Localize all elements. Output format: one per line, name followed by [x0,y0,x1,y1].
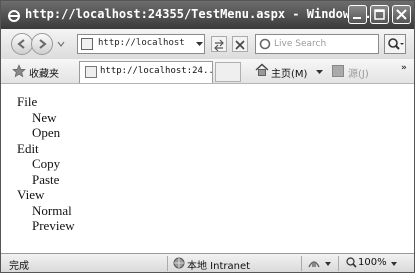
page-content: File New Open Edit Copy Paste View Normal Previe… [1,84,414,253]
new-tab-button[interactable] [215,62,241,82]
menu-subitem-preview[interactable]: Preview [17,218,75,234]
home-dropdown-icon[interactable] [316,70,323,75]
page-icon [85,66,97,78]
menu-subitem-copy[interactable]: Copy [17,156,75,172]
menu-subitem-new[interactable]: New [17,110,75,126]
favorites-button[interactable]: 收藏夹 [29,65,59,80]
menu-item-file[interactable]: File [17,94,75,110]
window-title: http://localhost:24355/TestMenu.aspx - W… [25,7,372,21]
title-bar: http://localhost:24355/TestMenu.aspx - W… [1,1,414,29]
home-icon[interactable] [255,63,269,77]
close-button[interactable] [392,5,411,24]
menu-subitem-normal[interactable]: Normal [17,203,75,219]
status-divider [338,256,339,271]
site-menu: File New Open Edit Copy Paste View Normal Previe… [17,94,75,234]
address-input[interactable]: http://localhost:2 [98,38,186,48]
back-button[interactable] [11,33,33,55]
home-button[interactable]: 主页(M) [271,65,307,80]
status-divider [167,256,168,271]
zoom-level[interactable]: 100% [358,257,387,268]
tab-title: http://localhost:24... [100,66,220,76]
intranet-globe-icon [173,257,185,269]
protected-mode-dropdown-icon[interactable] [325,262,331,266]
live-search-logo-icon [259,38,271,50]
search-box[interactable]: Live Search [255,34,379,54]
address-bar[interactable]: http://localhost:2 [77,34,205,54]
feeds-button[interactable]: 源(J) [348,65,369,80]
address-dropdown-icon[interactable] [194,34,205,54]
menu-item-edit[interactable]: Edit [17,141,75,157]
minimize-button[interactable] [348,5,367,24]
security-zone[interactable]: 本地 Intranet [187,257,250,272]
favorites-bar: 收藏夹 http://localhost:24... 主页(M) 源(J) » [1,59,414,84]
forward-button[interactable] [31,33,53,55]
refresh-button[interactable] [211,36,227,52]
navigation-bar: http://localhost:2 Live Search [1,29,414,59]
menu-subitem-open[interactable]: Open [17,125,75,141]
menu-subitem-paste[interactable]: Paste [17,172,75,188]
recent-pages-chevron-icon[interactable] [57,40,65,48]
status-text: 完成 [9,261,29,272]
search-button[interactable] [384,34,406,54]
feeds-icon[interactable] [332,65,344,77]
zoom-icon[interactable] [346,257,357,268]
zoom-dropdown-icon[interactable] [391,262,397,266]
protected-mode-icon[interactable] [307,257,321,269]
stop-button[interactable] [232,36,248,52]
search-input[interactable]: Live Search [274,39,326,49]
status-bar: 完成 本地 Intranet 100% [1,253,414,272]
status-divider [301,256,302,271]
maximize-button[interactable] [370,5,389,24]
browser-window: http://localhost:24355/TestMenu.aspx - W… [0,0,415,273]
menu-item-view[interactable]: View [17,187,75,203]
page-icon [81,38,93,50]
tab-testmenu[interactable]: http://localhost:24... [79,61,219,83]
favorites-star-icon[interactable] [12,64,26,78]
toolbar-overflow-chevron-icon[interactable]: » [401,63,407,73]
ie-logo-icon [7,8,21,22]
